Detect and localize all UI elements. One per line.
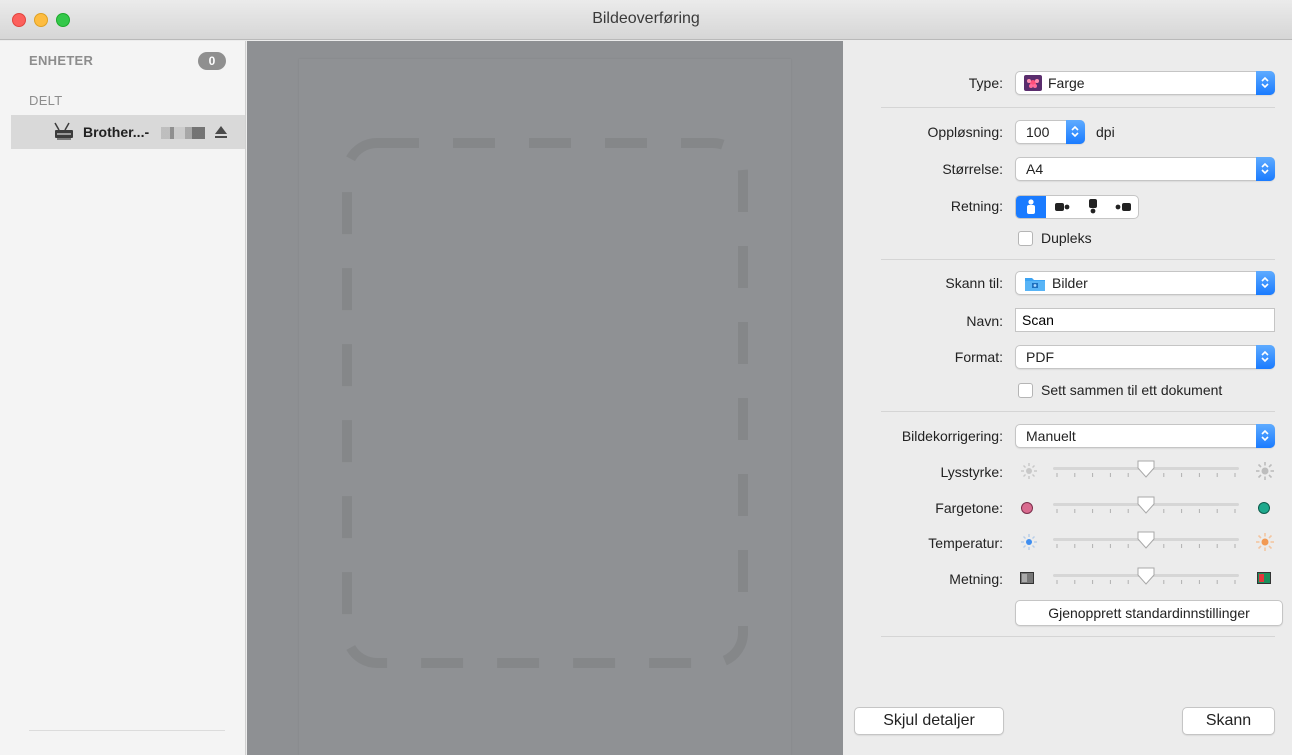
- orientation-rotate-right-button[interactable]: [1047, 196, 1077, 218]
- format-popup-arrows-icon: [1256, 345, 1275, 369]
- tint-green-icon: [1258, 502, 1270, 514]
- scan-to-popup-arrows-icon: [1256, 271, 1275, 295]
- size-popup[interactable]: A4: [1015, 157, 1275, 181]
- format-popup[interactable]: PDF: [1015, 345, 1275, 369]
- slider-thumb[interactable]: [1137, 460, 1155, 478]
- landscape-left-icon: [1115, 203, 1131, 211]
- portrait-person-icon: [1027, 199, 1035, 214]
- slider-track: [1053, 531, 1239, 549]
- title-bar: Bildeoverføring: [0, 0, 1292, 40]
- orientation-rotate-left-button[interactable]: [1109, 196, 1138, 218]
- scan-button[interactable]: Skann: [1182, 707, 1275, 735]
- temperature-label: Temperatur:: [928, 535, 1003, 551]
- size-label: Størrelse:: [942, 161, 1003, 177]
- temperature-slider[interactable]: [1053, 530, 1239, 554]
- duplex-checkbox[interactable]: [1018, 231, 1033, 246]
- slider-track: [1053, 496, 1239, 514]
- type-value: Farge: [1048, 75, 1085, 91]
- sidebar-divider: [29, 730, 225, 731]
- devices-count-badge: 0: [198, 52, 226, 70]
- scan-to-value: Bilder: [1052, 275, 1088, 291]
- orientation-upright-button[interactable]: [1016, 196, 1046, 218]
- image-correction-value: Manuelt: [1026, 428, 1076, 444]
- scanner-name: Brother...-: [83, 124, 150, 140]
- slider-thumb[interactable]: [1137, 567, 1155, 585]
- name-input[interactable]: [1015, 308, 1275, 332]
- format-value: PDF: [1026, 349, 1054, 365]
- divider: [881, 259, 1275, 260]
- devices-header: ENHETER: [29, 53, 94, 68]
- tint-slider[interactable]: [1053, 495, 1239, 519]
- resolution-value: 100: [1026, 124, 1050, 140]
- scan-preview-area[interactable]: [247, 41, 843, 755]
- combine-document-checkbox[interactable]: [1018, 383, 1033, 398]
- divider: [881, 107, 1275, 108]
- image-correction-popup-arrows-icon: [1256, 424, 1275, 448]
- landscape-right-icon: [1055, 203, 1070, 211]
- scan-settings-panel: Type: Farge Oppløsning: 100 dpi Størrels…: [843, 41, 1292, 755]
- brightness-high-icon: [1256, 462, 1274, 480]
- brightness-low-icon: [1021, 463, 1037, 479]
- combine-document-label: Sett sammen til ett dokument: [1041, 382, 1223, 398]
- slider-thumb[interactable]: [1137, 496, 1155, 514]
- window-title: Bildeoverføring: [592, 10, 700, 27]
- temperature-warm-icon: [1256, 533, 1274, 551]
- format-label: Format:: [954, 349, 1003, 365]
- type-popup[interactable]: Farge: [1015, 71, 1275, 95]
- upside-down-person-icon: [1089, 199, 1097, 214]
- slider-track: [1053, 460, 1239, 478]
- resolution-popup[interactable]: 100: [1015, 120, 1085, 144]
- name-label: Navn:: [966, 313, 1003, 329]
- pictures-folder-icon: [1025, 278, 1045, 291]
- image-correction-popup[interactable]: Manuelt: [1015, 424, 1275, 448]
- saturation-low-icon: [1020, 572, 1034, 584]
- divider: [881, 411, 1275, 412]
- restore-defaults-button[interactable]: Gjenopprett standardinnstillinger: [1015, 600, 1283, 626]
- eject-icon[interactable]: [214, 124, 228, 140]
- image-capture-window: Bildeoverføring ENHETER 0 DELT Brother..…: [0, 0, 1292, 755]
- sidebar: ENHETER 0 DELT Brother...-: [0, 41, 246, 755]
- slider-track: [1053, 567, 1239, 585]
- saturation-high-icon: [1257, 572, 1271, 584]
- color-photo-icon: [1024, 75, 1042, 91]
- size-popup-arrows-icon: [1256, 157, 1275, 181]
- brightness-slider[interactable]: [1053, 459, 1239, 483]
- tint-magenta-icon: [1021, 502, 1033, 514]
- type-label: Type:: [968, 75, 1003, 91]
- scan-to-popup[interactable]: Bilder: [1015, 271, 1275, 295]
- orientation-upside-down-button[interactable]: [1078, 196, 1108, 218]
- hide-details-button[interactable]: Skjul detaljer: [854, 707, 1004, 735]
- size-value: A4: [1026, 161, 1044, 177]
- resolution-unit: dpi: [1096, 124, 1115, 140]
- saturation-slider[interactable]: [1053, 566, 1239, 590]
- scan-to-label: Skann til:: [945, 275, 1003, 291]
- saturation-label: Metning:: [949, 571, 1003, 587]
- tint-label: Fargetone:: [935, 500, 1003, 516]
- type-popup-arrows-icon: [1256, 71, 1275, 95]
- shared-header: DELT: [29, 93, 63, 108]
- divider: [881, 636, 1275, 637]
- resolution-label: Oppløsning:: [927, 124, 1003, 140]
- brightness-label: Lysstyrke:: [940, 464, 1004, 480]
- preview-page: [299, 59, 791, 755]
- redacted-device-id: [161, 127, 205, 139]
- temperature-cool-icon: [1021, 534, 1037, 550]
- resolution-popup-arrows-icon: [1066, 120, 1085, 144]
- scanner-icon: [54, 122, 73, 140]
- orientation-label: Retning:: [950, 198, 1003, 214]
- scan-region-outline: [342, 138, 748, 668]
- sidebar-item-brother-scanner[interactable]: Brother...-: [11, 115, 245, 149]
- image-correction-label: Bildekorrigering:: [901, 428, 1003, 444]
- slider-thumb[interactable]: [1137, 531, 1155, 549]
- orientation-segmented-control: [1015, 195, 1139, 219]
- duplex-label: Dupleks: [1041, 230, 1092, 246]
